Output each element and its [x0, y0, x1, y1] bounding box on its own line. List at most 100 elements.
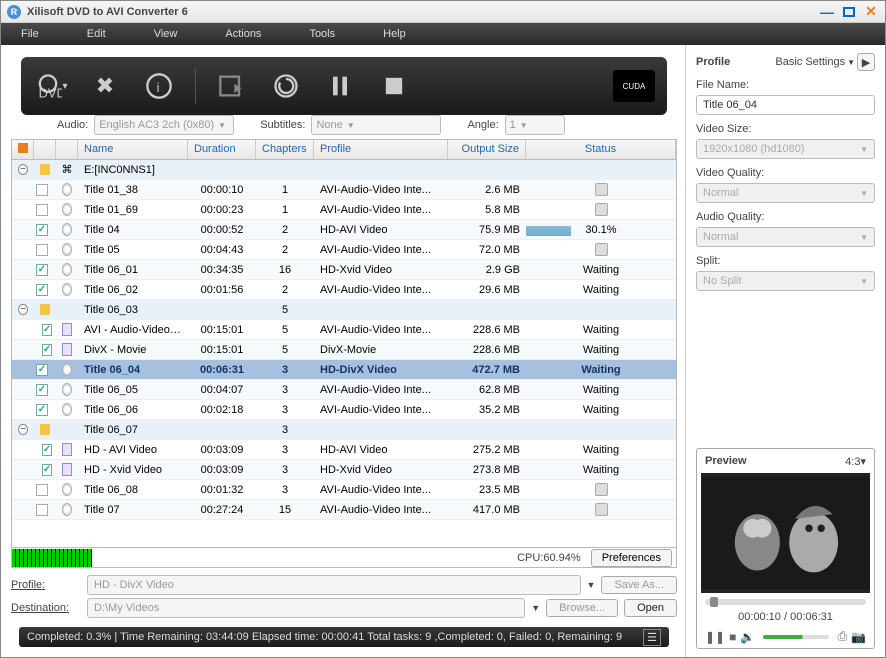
row-checkbox[interactable]: ✓ — [42, 324, 52, 336]
collapse-icon[interactable]: − — [18, 164, 28, 175]
title-table: Name Duration Chapters Profile Output Si… — [11, 139, 677, 548]
cell-name: Title 01_69 — [78, 204, 188, 216]
convert-button[interactable] — [214, 68, 250, 104]
cell-output: 72.0 MB — [448, 244, 526, 256]
aq-label: Audio Quality: — [696, 211, 875, 223]
cell-chapters: 3 — [256, 424, 314, 436]
cell-chapters: 5 — [256, 304, 314, 316]
table-row[interactable]: ✓AVI - Audio-Video Int...00:15:015AVI-Au… — [12, 320, 676, 340]
col-output[interactable]: Output Size — [448, 140, 526, 159]
row-checkbox[interactable]: ✓ — [36, 264, 48, 276]
table-row[interactable]: −Title 06_073 — [12, 420, 676, 440]
table-row[interactable]: ✓Title 01_3800:00:101AVI-Audio-Video Int… — [12, 180, 676, 200]
row-checkbox[interactable]: ✓ — [42, 444, 52, 456]
collapse-icon[interactable]: − — [18, 304, 28, 315]
menu-file[interactable]: File — [21, 28, 39, 40]
cell-duration: 00:00:52 — [188, 224, 256, 236]
table-row[interactable]: ✓Title 06_0400:06:313HD-DivX Video472.7 … — [12, 360, 676, 380]
row-checkbox[interactable]: ✓ — [36, 404, 48, 416]
table-row[interactable]: ✓Title 0700:27:2415AVI-Audio-Video Inte.… — [12, 500, 676, 520]
table-row[interactable]: −Title 06_035 — [12, 300, 676, 320]
panel-expand-button[interactable]: ▶ — [857, 53, 875, 71]
preferences-button[interactable]: Preferences — [591, 549, 672, 567]
preview-video[interactable] — [701, 473, 870, 593]
row-checkbox[interactable]: ✓ — [36, 384, 48, 396]
table-row[interactable]: ✓Title 0500:04:432AVI-Audio-Video Inte..… — [12, 240, 676, 260]
row-checkbox[interactable]: ✓ — [36, 184, 48, 196]
clipboard-icon — [595, 483, 608, 496]
menu-help[interactable]: Help — [383, 28, 406, 40]
pause-button[interactable] — [322, 68, 358, 104]
col-name[interactable]: Name — [78, 140, 188, 159]
menu-edit[interactable]: Edit — [87, 28, 106, 40]
table-row[interactable]: ✓Title 06_0200:01:562AVI-Audio-Video Int… — [12, 280, 676, 300]
table-row[interactable]: ✓Title 0400:00:522HD-AVI Video75.9 MB30.… — [12, 220, 676, 240]
col-profile[interactable]: Profile — [314, 140, 448, 159]
row-checkbox[interactable]: ✓ — [36, 364, 48, 376]
collapse-icon[interactable]: − — [18, 424, 28, 435]
preview-slider[interactable] — [705, 599, 866, 605]
vsize-combo[interactable]: 1920x1080 (hd1080)▼ — [696, 139, 875, 159]
table-row[interactable]: ✓HD - AVI Video00:03:093HD-AVI Video275.… — [12, 440, 676, 460]
table-row[interactable]: ✓Title 06_0800:01:323AVI-Audio-Video Int… — [12, 480, 676, 500]
pv-volume-slider[interactable] — [763, 635, 829, 639]
menu-tools[interactable]: Tools — [309, 28, 335, 40]
load-dvd-button[interactable]: DVD▾ — [33, 68, 69, 104]
aq-combo[interactable]: Normal▼ — [696, 227, 875, 247]
save-as-button[interactable]: Save As... — [601, 576, 677, 594]
row-checkbox[interactable]: ✓ — [42, 344, 52, 356]
table-row[interactable]: ✓HD - Xvid Video00:03:093HD-Xvid Video27… — [12, 460, 676, 480]
row-checkbox[interactable]: ✓ — [36, 244, 48, 256]
table-row[interactable]: ✓Title 06_0600:02:183AVI-Audio-Video Int… — [12, 400, 676, 420]
table-row[interactable]: ✓Title 01_6900:00:231AVI-Audio-Video Int… — [12, 200, 676, 220]
maximize-button[interactable] — [841, 5, 857, 19]
close-button[interactable]: ✕ — [863, 5, 879, 19]
browse-button[interactable]: Browse... — [546, 599, 618, 617]
row-checkbox[interactable]: ✓ — [36, 504, 48, 516]
pv-stop-button[interactable]: ■ — [729, 630, 736, 644]
menu-view[interactable]: View — [154, 28, 178, 40]
col-duration[interactable]: Duration — [188, 140, 256, 159]
filename-field[interactable]: Title 06_04 — [696, 95, 875, 115]
table-row[interactable]: ✓Title 06_0500:04:073AVI-Audio-Video Int… — [12, 380, 676, 400]
table-body[interactable]: −⌘E:[INC0NNS1]✓Title 01_3800:00:101AVI-A… — [12, 160, 676, 547]
cell-status — [526, 483, 676, 496]
info-button[interactable]: i — [141, 68, 177, 104]
profile-combo[interactable]: HD - DivX Video — [87, 575, 581, 595]
vq-combo[interactable]: Normal▼ — [696, 183, 875, 203]
cell-chapters: 3 — [256, 444, 314, 456]
table-row[interactable]: ✓DivX - Movie00:15:015DivX-Movie228.6 MB… — [12, 340, 676, 360]
split-combo[interactable]: No Split▼ — [696, 271, 875, 291]
row-checkbox[interactable]: ✓ — [36, 284, 48, 296]
col-status[interactable]: Status — [526, 140, 676, 159]
pv-pause-button[interactable]: ❚❚ — [705, 630, 725, 644]
preview-ratio[interactable]: 4:3 — [845, 456, 860, 468]
cell-profile: AVI-Audio-Video Inte... — [314, 204, 448, 216]
open-button[interactable]: Open — [624, 599, 677, 617]
cpu-wave-icon — [12, 549, 92, 567]
table-row[interactable]: −⌘E:[INC0NNS1] — [12, 160, 676, 180]
pv-volume-icon[interactable]: 🔉 — [740, 630, 755, 644]
refresh-button[interactable] — [268, 68, 304, 104]
row-checkbox[interactable]: ✓ — [42, 464, 52, 476]
pv-snapshot-button[interactable]: ⎙ — [837, 629, 847, 644]
row-checkbox[interactable]: ✓ — [36, 484, 48, 496]
cell-status: Waiting — [526, 464, 676, 476]
cell-name: Title 07 — [78, 504, 188, 516]
row-checkbox[interactable]: ✓ — [36, 204, 48, 216]
table-row[interactable]: ✓Title 06_0100:34:3516HD-Xvid Video2.9 G… — [12, 260, 676, 280]
remove-button[interactable]: ✖ — [87, 68, 123, 104]
audio-combo[interactable]: English AC3 2ch (0x80)▼ — [94, 115, 234, 135]
row-checkbox[interactable]: ✓ — [36, 224, 48, 236]
panel-mode[interactable]: Basic Settings — [775, 56, 845, 68]
destination-field[interactable]: D:\My Videos — [87, 598, 525, 618]
angle-combo[interactable]: 1▼ — [505, 115, 565, 135]
col-chapters[interactable]: Chapters — [256, 140, 314, 159]
list-view-icon[interactable]: ☰ — [643, 629, 661, 646]
pv-camera-button[interactable]: 📷 — [851, 630, 866, 644]
subtitles-combo[interactable]: None▼ — [311, 115, 441, 135]
minimize-button[interactable]: — — [819, 5, 835, 19]
stop-button[interactable] — [376, 68, 412, 104]
menu-actions[interactable]: Actions — [225, 28, 261, 40]
titlebar: R Xilisoft DVD to AVI Converter 6 — ✕ — [1, 1, 885, 23]
